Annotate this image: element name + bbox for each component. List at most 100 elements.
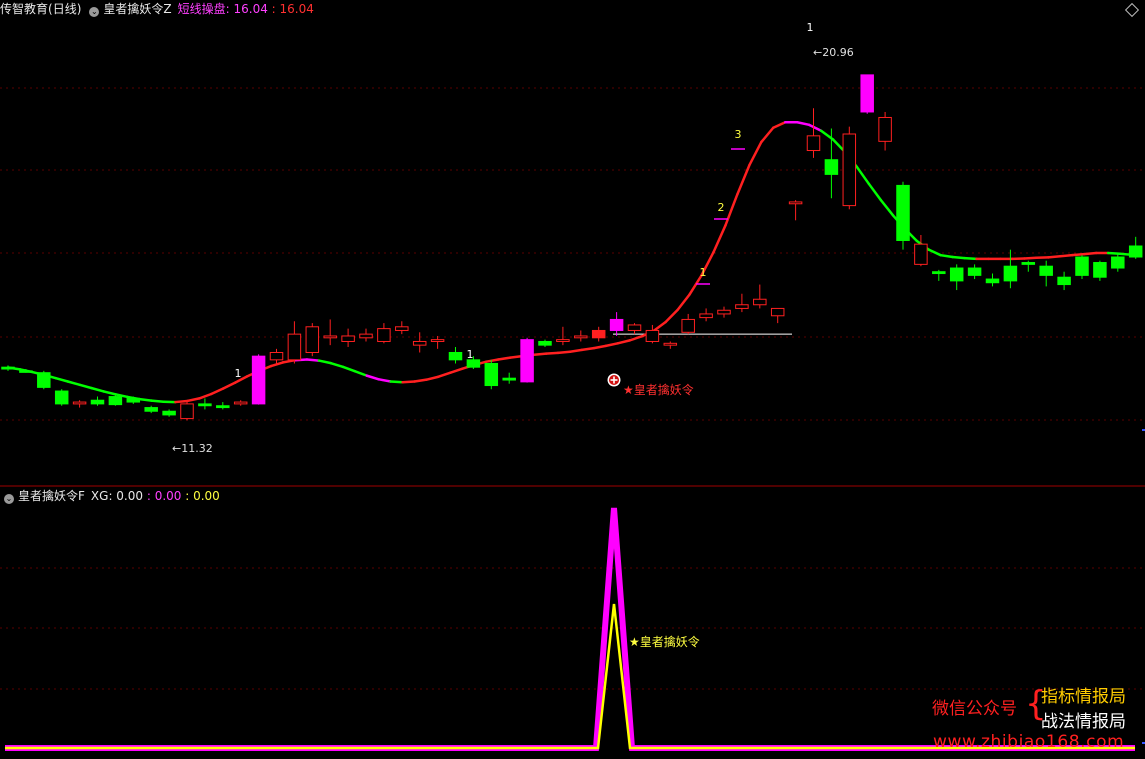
candle [932,269,946,281]
candle-body [896,184,910,241]
candle-body [699,313,713,319]
candle-body [860,74,874,113]
ma-segment [855,165,871,186]
candle [556,326,570,346]
candle [591,326,606,342]
ma-segment [150,399,165,403]
grid-sub [0,567,1145,690]
main-header: 传智教育(日线) ⌄ 皇者擒妖令Z 短线操盘: 16.04 : 16.04 [0,2,314,17]
candle [448,346,463,364]
ma-segment [341,365,357,373]
ma-segment [927,248,942,257]
candle [162,409,176,417]
candles [1,74,1143,421]
xg-value: 0.00 [116,489,144,503]
signal-marker-label: 1 [700,266,707,279]
candle [90,396,105,406]
candle-body [305,326,320,353]
candle-body [609,318,624,331]
candle [412,332,427,353]
candle [967,264,982,280]
candle [233,400,248,406]
candle-body [395,326,409,331]
candle-body [878,116,892,142]
candle-body [216,405,230,409]
ma-segment [772,120,787,130]
candle-body [591,329,606,339]
candle-body [180,403,194,420]
candle-body [1039,265,1053,276]
sub-indicator-name[interactable]: 皇者擒妖令F [18,489,85,503]
candle [788,200,803,221]
ma-segment [760,126,775,144]
candle-body [770,307,785,317]
watermark-right-top: 指标情报局 [1041,687,1126,707]
ma-segment [102,390,117,396]
candle-body [520,339,534,383]
candle [430,335,445,349]
candle-body [717,309,731,315]
collapse-chevron-icon-sub[interactable]: ⌄ [4,494,14,504]
ma-segment [939,253,954,259]
signal-plus-icon[interactable] [607,373,621,387]
ma-segment [317,359,333,365]
candle-body [72,401,87,405]
candle-body [162,410,176,416]
candle-body [1,366,15,370]
ma-segment [66,380,81,387]
ma-segment [1023,256,1038,260]
candle [878,111,892,151]
ma-segment [544,351,560,355]
ma-segment [78,383,93,390]
candle-body [574,335,588,339]
candle-body [430,339,445,342]
candle [770,307,785,324]
candle-body [448,351,463,361]
candle-body [126,397,141,403]
candle [842,126,857,210]
ma-segment [329,361,345,369]
candle [860,74,874,114]
ma-segment [365,374,380,381]
signal-markers: 1 1 1 2 3 1 [235,21,814,380]
ma-segment [269,361,285,368]
stock-title: 传智教育 [0,2,49,16]
ma-segment [377,378,392,383]
collapse-chevron-icon[interactable]: ⌄ [89,7,100,17]
ma-segment [449,367,464,374]
candle-body [108,396,123,406]
candle-body [359,333,373,339]
ma-segment [807,123,823,132]
ma-segment [676,293,691,312]
candle-body [1003,265,1018,282]
ma-segment [305,358,321,362]
ma-segment [1070,252,1086,257]
candle [502,372,516,384]
candle [72,400,87,408]
stock-chart[interactable]: 1 1 1 2 3 1 ←11.32 ←20.96 ★皇者擒妖令 ★皇者擒妖令 [0,0,1145,759]
ma-segment [879,198,895,217]
ma-segment [580,346,596,352]
candle [395,321,409,335]
candle-body [753,298,767,306]
ma-segment [951,255,966,260]
candle [717,306,731,318]
candle-body [19,370,33,373]
signal-marker-label: 1 [467,348,474,361]
ma-segment [867,182,883,202]
candle [1,365,15,371]
candle-body [788,201,803,205]
candle-body [663,342,678,346]
candle-body [251,355,266,405]
signal-marker-label: 2 [718,201,725,214]
candle-body [681,318,695,333]
candle [681,313,695,335]
candle [538,339,552,347]
indicator-name[interactable]: 皇者擒妖令Z [103,2,171,16]
candle [216,402,230,410]
candle [753,284,767,309]
candle [180,402,194,421]
candle-body [932,271,946,275]
ma-segment [425,375,440,381]
candle [1057,271,1071,291]
